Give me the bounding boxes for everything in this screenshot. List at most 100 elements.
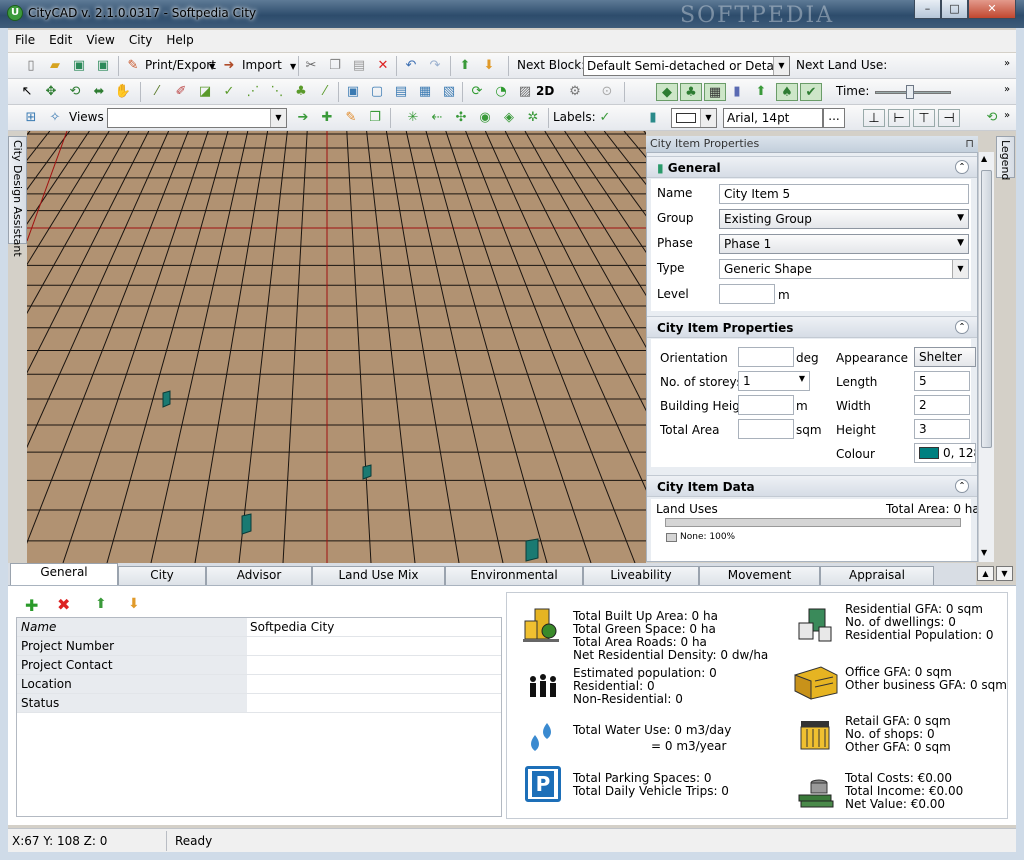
scroll-down-icon[interactable]: ▼ — [981, 548, 987, 557]
pan-hand-icon[interactable]: ✋ — [114, 83, 132, 101]
item-properties-section-header[interactable]: City Item Properties ⌃ — [647, 316, 977, 338]
menu-view[interactable]: View — [79, 30, 121, 52]
look-icon[interactable]: ◈ — [500, 109, 518, 127]
new-file-icon[interactable]: ▯ — [22, 57, 40, 75]
orientation-input[interactable] — [738, 347, 794, 367]
city-item-shape[interactable] — [525, 538, 539, 562]
3d-viewport[interactable] — [27, 131, 646, 563]
storeys-select[interactable]: 1 ▼ — [738, 371, 810, 391]
colour-picker[interactable]: 0, 128 — [914, 443, 976, 463]
city-design-assistant-tab[interactable]: City Design Assistant — [8, 136, 27, 257]
scroll-up-icon[interactable]: ▲ — [981, 154, 987, 163]
field-up-icon[interactable]: ⬆ — [95, 596, 107, 612]
toggle-grid-icon[interactable]: ▦ — [704, 83, 726, 101]
tab-liveability[interactable]: Liveability — [583, 566, 699, 585]
field-down-icon[interactable]: ⬇ — [128, 596, 140, 612]
save-as-icon[interactable]: ▣ — [94, 57, 112, 75]
go-arrow-icon[interactable]: ➔ — [294, 109, 312, 127]
image-icon[interactable]: ▨ — [516, 83, 534, 101]
fly-icon[interactable]: ✣ — [452, 109, 470, 127]
tab-general[interactable]: General — [10, 563, 118, 585]
draw-edge-icon[interactable]: ⁄ — [316, 83, 334, 101]
collapse-icon[interactable]: ⌃ — [955, 160, 969, 174]
phase-select[interactable]: Phase 1 ▼ — [719, 234, 969, 254]
view-edit-icon[interactable]: ▣ — [344, 83, 362, 101]
appearance-select[interactable]: Shelter — [914, 347, 976, 367]
table-row[interactable]: Project Number — [17, 637, 501, 656]
cut-icon[interactable]: ✂ — [302, 57, 320, 75]
height-input[interactable]: 3 — [914, 419, 970, 439]
walk-back-icon[interactable]: ⇠ — [428, 109, 446, 127]
menu-help[interactable]: Help — [159, 30, 200, 52]
tab-appraisal[interactable]: Appraisal — [820, 566, 934, 585]
label-tool-icon[interactable]: ✓ — [596, 109, 614, 127]
print-export-button[interactable]: Print/Export — [145, 58, 216, 72]
import-button[interactable]: Import — [242, 58, 282, 72]
add-field-icon[interactable]: ✚ — [25, 596, 38, 615]
properties-scrollbar[interactable]: ▲ ▼ — [978, 152, 994, 562]
edit-view-icon[interactable]: ✎ — [342, 109, 360, 127]
transform-icon[interactable]: ⬌ — [90, 83, 108, 101]
move-icon[interactable]: ✥ — [42, 83, 60, 101]
paste-icon[interactable]: ▤ — [350, 57, 368, 75]
copy-view-icon[interactable]: ❐ — [366, 109, 384, 127]
draw-green-icon[interactable]: ✓ — [220, 83, 238, 101]
import-icon[interactable]: ➜ — [220, 57, 238, 75]
disabled-tool-icon[interactable]: ⊙ — [598, 83, 616, 101]
draw-path-icon[interactable]: ⋱ — [268, 83, 286, 101]
width-input[interactable]: 2 — [914, 395, 970, 415]
undo-icon[interactable]: ↶ — [402, 57, 420, 75]
toggle-check-icon[interactable]: ✔ — [800, 83, 822, 101]
move-down-icon[interactable]: ⬇ — [480, 57, 498, 75]
label-align-1-icon[interactable]: ⊥ — [863, 109, 885, 127]
views-camera-icon[interactable]: ✧ — [46, 109, 64, 127]
grid-value[interactable] — [248, 675, 501, 693]
view-top-icon[interactable]: ▢ — [368, 83, 386, 101]
views-select[interactable]: ▼ — [107, 108, 287, 128]
tab-movement[interactable]: Movement — [699, 566, 820, 585]
label-align-3-icon[interactable]: ⊤ — [913, 109, 935, 127]
tabs-scroll-down-icon[interactable]: ▼ — [996, 566, 1013, 581]
tab-advisor[interactable]: Advisor — [206, 566, 312, 585]
copy-icon[interactable]: ❐ — [326, 57, 344, 75]
collapse-icon[interactable]: ⌃ — [955, 479, 969, 493]
forward-circle-icon[interactable]: ⟲ — [983, 109, 1001, 127]
draw-pen-icon[interactable]: ✐ — [172, 83, 190, 101]
open-folder-icon[interactable]: ▰ — [46, 57, 64, 75]
city-item-shape[interactable] — [162, 390, 171, 408]
item-data-section-header[interactable]: City Item Data ⌃ — [647, 475, 977, 497]
add-view-icon[interactable]: ✚ — [318, 109, 336, 127]
city-item-shape[interactable] — [362, 464, 372, 480]
remove-field-icon[interactable]: ✖ — [57, 595, 70, 614]
font-browse-button[interactable]: ... — [823, 108, 845, 128]
toolbar-overflow-icon[interactable]: » — [1004, 58, 1010, 69]
rotate-icon[interactable]: ⟲ — [66, 83, 84, 101]
general-section-header[interactable]: ▮ General ⌃ — [647, 156, 977, 178]
label-colour-select[interactable]: ▼ — [671, 108, 717, 128]
print-export-dropdown-icon[interactable]: ▼ — [209, 62, 215, 71]
grid-value[interactable]: Softpedia City — [248, 618, 501, 636]
length-input[interactable]: 5 — [914, 371, 970, 391]
grid-value[interactable] — [248, 637, 501, 655]
font-field[interactable]: Arial, 14pt — [723, 108, 823, 128]
view-front-icon[interactable]: ▤ — [392, 83, 410, 101]
toggle-vegetation-icon[interactable]: ♠ — [776, 83, 798, 101]
draw-block-icon[interactable]: ◪ — [196, 83, 214, 101]
chart-pie-icon[interactable]: ◔ — [492, 83, 510, 101]
print-icon[interactable]: ✎ — [124, 57, 142, 75]
zoom-extents-icon[interactable]: ⊞ — [22, 109, 40, 127]
view-3d-icon[interactable]: ▧ — [440, 83, 458, 101]
legend-tab[interactable]: Legend — [996, 136, 1015, 180]
toggle-buildings-icon[interactable]: ◆ — [656, 83, 678, 101]
menu-file[interactable]: File — [8, 30, 42, 52]
menu-edit[interactable]: Edit — [42, 30, 79, 52]
collapse-icon[interactable]: ⌃ — [955, 320, 969, 334]
tab-city[interactable]: City — [118, 566, 206, 585]
eye-icon[interactable]: ◉ — [476, 109, 494, 127]
scrollbar-thumb[interactable] — [981, 170, 992, 448]
menu-city[interactable]: City — [122, 30, 160, 52]
minimize-button[interactable]: – — [914, 0, 941, 19]
draw-road-icon[interactable]: ⋰ — [244, 83, 262, 101]
settings-gear-icon[interactable]: ⚙ — [566, 83, 584, 101]
building-height-input[interactable] — [738, 395, 794, 415]
